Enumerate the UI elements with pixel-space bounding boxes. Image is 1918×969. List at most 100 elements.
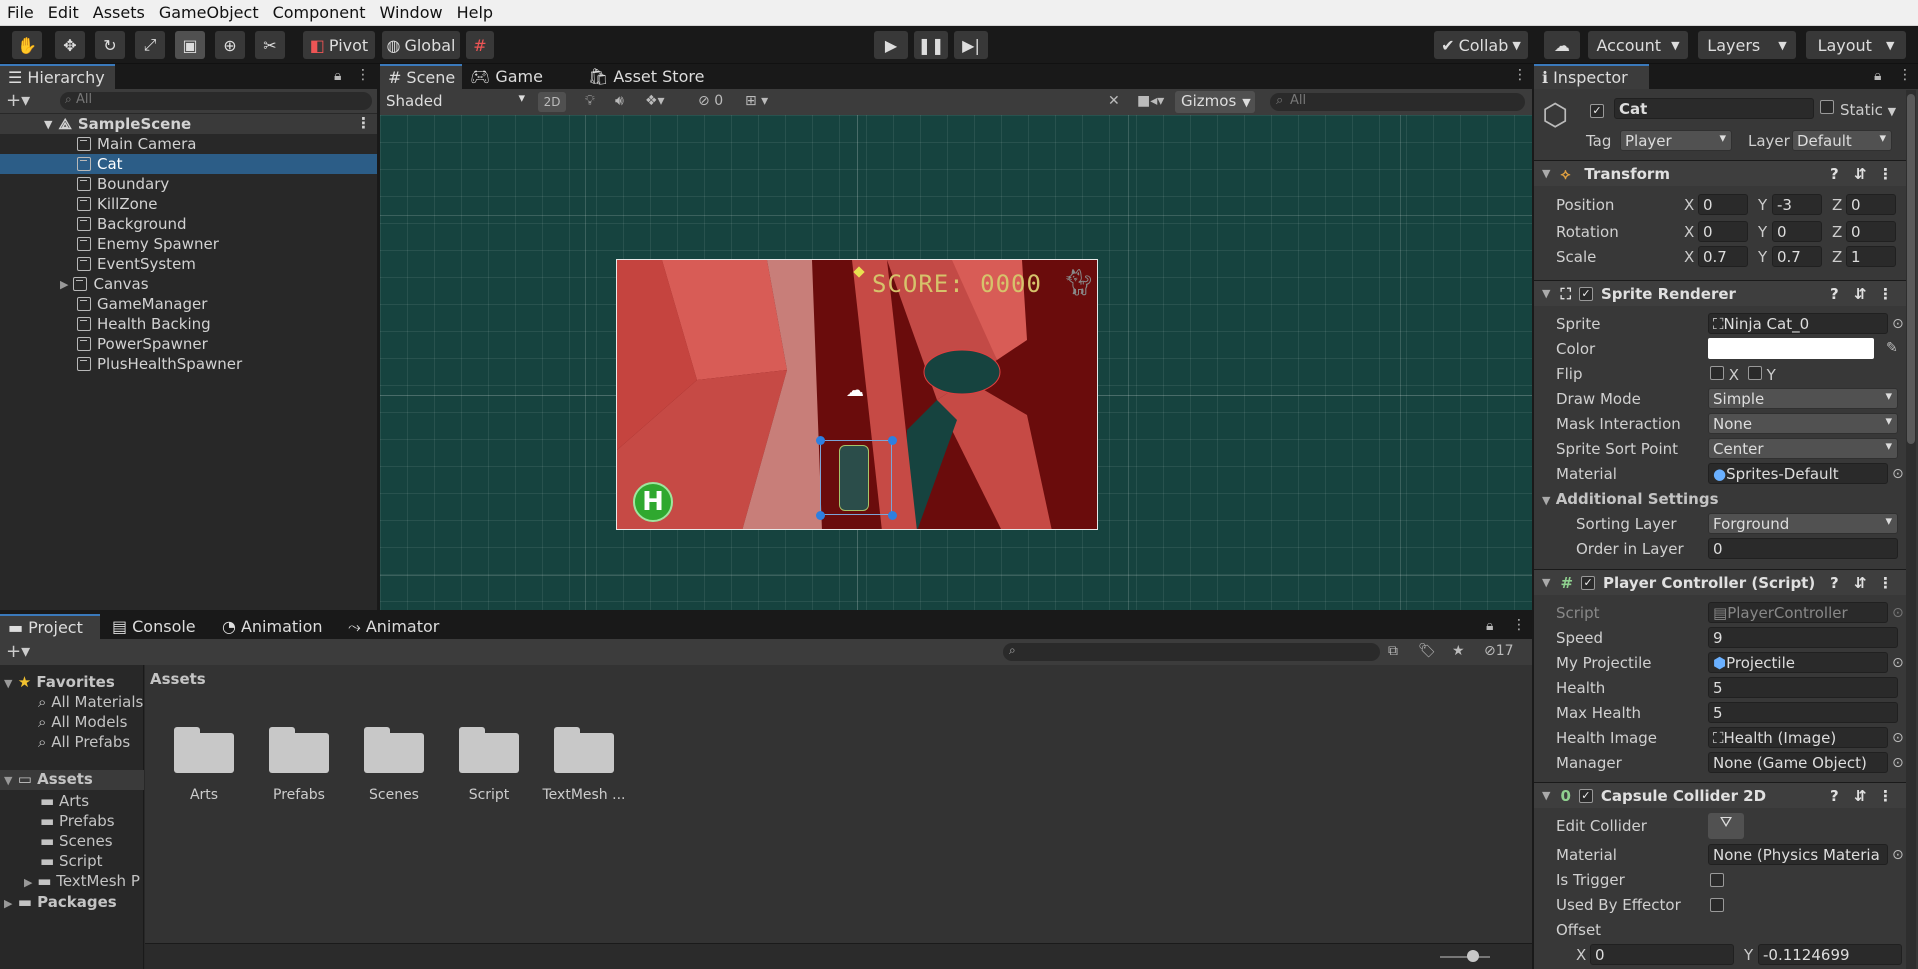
expand-arrow-icon[interactable]: ▼ — [44, 118, 52, 131]
scale-x-field[interactable]: 0.7 — [1698, 246, 1748, 267]
folder-label[interactable]: Script — [441, 787, 537, 803]
camera-icon[interactable]: ■◂▾ — [1137, 93, 1164, 109]
list-item[interactable]: KillZone — [0, 194, 377, 214]
kebab-menu-icon[interactable]: ⋮ — [356, 67, 370, 83]
object-picker-icon[interactable]: ⊙ — [1892, 730, 1904, 746]
scale-y-field[interactable]: 0.7 — [1772, 246, 1822, 267]
sprite-renderer-header[interactable]: ▼ ⛶ ✓ Sprite Renderer ? ⇵ ⋮ — [1534, 280, 1916, 306]
menu-help[interactable]: Help — [450, 3, 500, 22]
global-toggle[interactable]: ◍ Global — [382, 31, 460, 59]
list-item[interactable]: ⌕ All Prefabs — [38, 733, 130, 751]
player-controller-header[interactable]: ▼ # ✓ Player Controller (Script) ? ⇵ ⋮ — [1534, 569, 1916, 595]
kebab-menu-icon[interactable]: ⋮ — [1878, 165, 1893, 183]
filter-type-icon[interactable]: ⧉ — [1388, 643, 1398, 659]
menu-component[interactable]: Component — [266, 3, 373, 22]
inspector-scrollbar[interactable] — [1906, 90, 1916, 969]
name-field[interactable]: Cat — [1614, 98, 1814, 119]
list-item[interactable]: ▬ Prefabs — [40, 812, 115, 830]
scale-z-field[interactable]: 1 — [1846, 246, 1896, 267]
rotation-x-field[interactable]: 0 — [1698, 221, 1748, 242]
lock-icon[interactable]: 🔒︎ — [334, 68, 341, 84]
list-item[interactable]: ▬ Script — [40, 852, 102, 870]
effects-icon[interactable]: ❖▾ — [645, 93, 665, 109]
expand-arrow-icon[interactable]: ▼ — [4, 677, 12, 690]
scale-tool-icon[interactable]: ⤢ — [135, 31, 165, 59]
resize-handle[interactable] — [816, 436, 825, 445]
expand-arrow-icon[interactable]: ▼ — [1542, 576, 1550, 589]
label-icon[interactable]: 🏷︎ — [1418, 643, 1436, 659]
list-item[interactable]: EventSystem — [0, 254, 377, 274]
resize-handle[interactable] — [816, 511, 825, 520]
lock-icon[interactable]: 🔒︎ — [1486, 618, 1493, 634]
list-item[interactable]: Background — [0, 214, 377, 234]
rect-tool-icon[interactable]: ▣ — [175, 31, 205, 59]
static-checkbox[interactable] — [1820, 100, 1834, 118]
health-image-field[interactable]: ⛶Health (Image) — [1708, 727, 1888, 748]
zoom-slider[interactable] — [1440, 956, 1490, 958]
step-button[interactable]: ▶| — [954, 31, 988, 59]
rotation-y-field[interactable]: 0 — [1772, 221, 1822, 242]
mode-2d-toggle[interactable]: 2D — [538, 92, 566, 112]
kebab-menu-icon[interactable]: ⋮ — [1878, 285, 1893, 303]
star-icon[interactable]: ★ — [1452, 643, 1465, 659]
add-icon[interactable]: +▾ — [6, 641, 30, 662]
offset-x-field[interactable]: 0 — [1590, 944, 1734, 965]
expand-arrow-icon[interactable]: ▼ — [1542, 167, 1550, 180]
folder-icon[interactable] — [364, 723, 424, 773]
list-item[interactable]: PowerSpawner — [0, 334, 377, 354]
flip-x-checkbox[interactable] — [1710, 366, 1724, 380]
folder-label[interactable]: Scenes — [346, 787, 442, 803]
chevron-down-icon[interactable]: ▼ — [1888, 105, 1896, 118]
tab-inspector[interactable]: ℹ Inspector — [1534, 64, 1649, 89]
play-button[interactable]: ▶ — [874, 31, 908, 59]
checkbox[interactable] — [1820, 100, 1834, 114]
draw-mode-dropdown[interactable]: Simple — [1708, 388, 1898, 409]
list-item[interactable]: ▬ Scenes — [40, 832, 113, 850]
list-item[interactable]: Health Backing — [0, 314, 377, 334]
position-y-field[interactable]: -3 — [1772, 194, 1822, 215]
transform-tool-icon[interactable]: ⊕ — [215, 31, 245, 59]
help-icon[interactable]: ? — [1830, 285, 1839, 303]
rotate-tool-icon[interactable]: ↻ — [95, 31, 125, 59]
tab-animator[interactable]: ⤳ Animator — [340, 614, 450, 639]
kebab-menu-icon[interactable]: ⋮ — [356, 114, 371, 132]
list-item[interactable]: Enemy Spawner — [0, 234, 377, 254]
audio-icon[interactable]: 🔊︎ — [615, 93, 624, 109]
resize-handle[interactable] — [888, 436, 897, 445]
eyedropper-icon[interactable]: ✎ — [1886, 340, 1898, 356]
account-dropdown[interactable]: Account ▼ — [1588, 31, 1688, 59]
list-item[interactable]: ▬ Arts — [40, 792, 89, 810]
hierarchy-search-input[interactable]: ⌕ All — [60, 92, 372, 110]
help-icon[interactable]: ? — [1830, 165, 1839, 183]
is-trigger-checkbox[interactable] — [1710, 873, 1724, 887]
grid-toggle-icon[interactable]: ⊞ ▾ — [745, 93, 768, 109]
tools-icon[interactable]: ✕ — [1108, 93, 1120, 109]
menu-assets[interactable]: Assets — [86, 3, 152, 22]
object-picker-icon[interactable]: ⊙ — [1892, 316, 1904, 332]
tab-project[interactable]: ▬ Project — [0, 614, 100, 639]
sprite-field[interactable]: ⛶Ninja Cat_0 — [1708, 313, 1888, 334]
menu-edit[interactable]: Edit — [41, 3, 86, 22]
favorites-node[interactable]: ▼ ★ Favorites — [4, 673, 115, 691]
projectile-field[interactable]: ⬢Projectile — [1708, 652, 1888, 673]
edit-collider-button[interactable]: ⛛ — [1708, 813, 1744, 839]
preset-icon[interactable]: ⇵ — [1854, 574, 1867, 592]
move-tool-icon[interactable]: ✥ — [55, 31, 85, 59]
folder-icon[interactable] — [269, 723, 329, 773]
list-item[interactable]: ▶ ▬ TextMesh P — [24, 872, 144, 890]
tab-game[interactable]: 🎮︎ Game — [462, 64, 543, 89]
lock-icon[interactable]: 🔒︎ — [1874, 68, 1881, 84]
mask-interaction-dropdown[interactable]: None — [1708, 413, 1898, 434]
enabled-checkbox[interactable]: ✓ — [1578, 286, 1593, 301]
hidden-packages-icon[interactable]: ⊘17 — [1484, 643, 1514, 659]
cloud-icon[interactable]: ☁ — [1544, 31, 1580, 59]
capsule-collider-header[interactable]: ▼ 0 ✓ Capsule Collider 2D ? ⇵ ⋮ — [1534, 782, 1916, 808]
position-z-field[interactable]: 0 — [1846, 194, 1896, 215]
additional-settings-header[interactable]: ▼ Additional Settings — [1542, 490, 1719, 508]
lighting-icon[interactable]: 💡︎ — [585, 93, 595, 109]
collider-material-field[interactable]: None (Physics Materia — [1708, 844, 1888, 865]
material-field[interactable]: ●Sprites-Default — [1708, 463, 1888, 484]
help-icon[interactable]: ? — [1830, 574, 1839, 592]
tag-dropdown[interactable]: Player — [1620, 130, 1732, 151]
preset-icon[interactable]: ⇵ — [1854, 787, 1867, 805]
